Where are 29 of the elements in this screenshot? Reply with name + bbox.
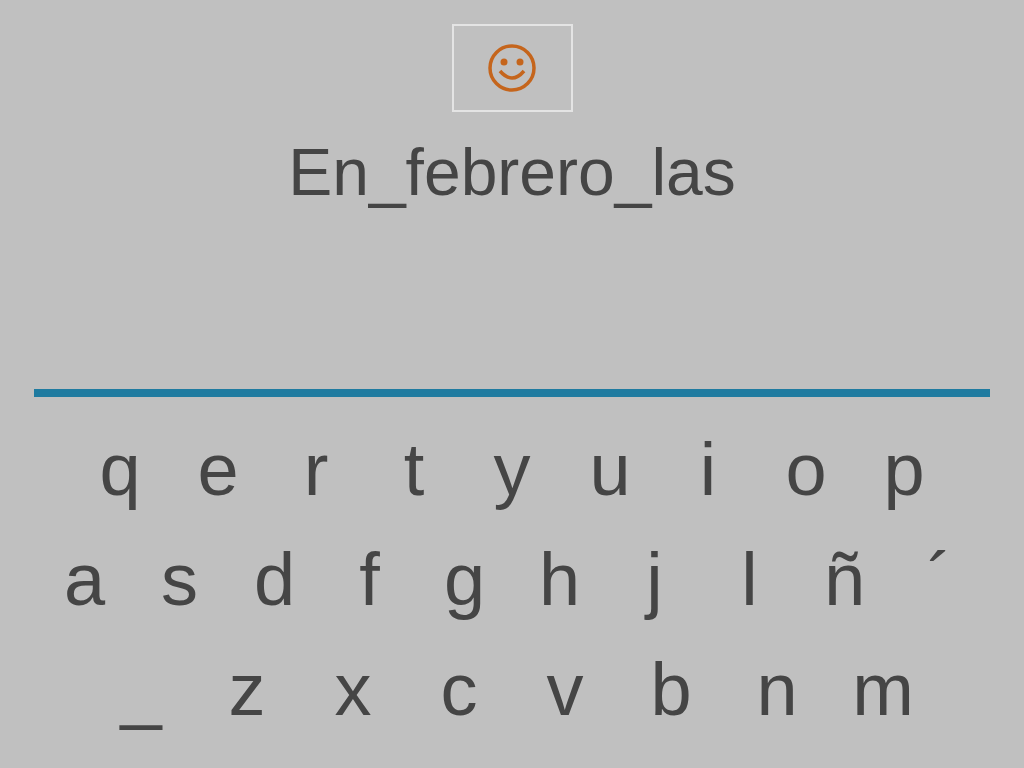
- letter-key[interactable]: a: [37, 535, 132, 625]
- puzzle-text: En_febrero_las: [288, 134, 736, 211]
- letter-key[interactable]: h: [512, 535, 607, 625]
- letter-key[interactable]: j: [607, 535, 702, 625]
- letter-key[interactable]: p: [855, 425, 953, 515]
- letter-key[interactable]: u: [561, 425, 659, 515]
- letter-key[interactable]: i: [659, 425, 757, 515]
- letter-key[interactable]: ´: [892, 535, 987, 625]
- letter-key[interactable]: q: [71, 425, 169, 515]
- letter-key[interactable]: z: [194, 645, 300, 735]
- letter-key[interactable]: _: [88, 645, 194, 735]
- letter-key[interactable]: n: [724, 645, 830, 735]
- letter-key[interactable]: g: [417, 535, 512, 625]
- letter-key[interactable]: c: [406, 645, 512, 735]
- letter-key[interactable]: f: [322, 535, 417, 625]
- letter-key[interactable]: r: [267, 425, 365, 515]
- letter-key[interactable]: d: [227, 535, 322, 625]
- letter-key[interactable]: e: [169, 425, 267, 515]
- letter-key[interactable]: m: [830, 645, 936, 735]
- letter-key[interactable]: v: [512, 645, 618, 735]
- letter-key[interactable]: s: [132, 535, 227, 625]
- letter-key[interactable]: y: [463, 425, 561, 515]
- letter-key[interactable]: ñ: [797, 535, 892, 625]
- letter-key[interactable]: o: [757, 425, 855, 515]
- smiley-icon: [487, 43, 537, 93]
- letter-key[interactable]: l: [702, 535, 797, 625]
- letter-key[interactable]: x: [300, 645, 406, 735]
- letter-key[interactable]: b: [618, 645, 724, 735]
- letter-key[interactable]: t: [365, 425, 463, 515]
